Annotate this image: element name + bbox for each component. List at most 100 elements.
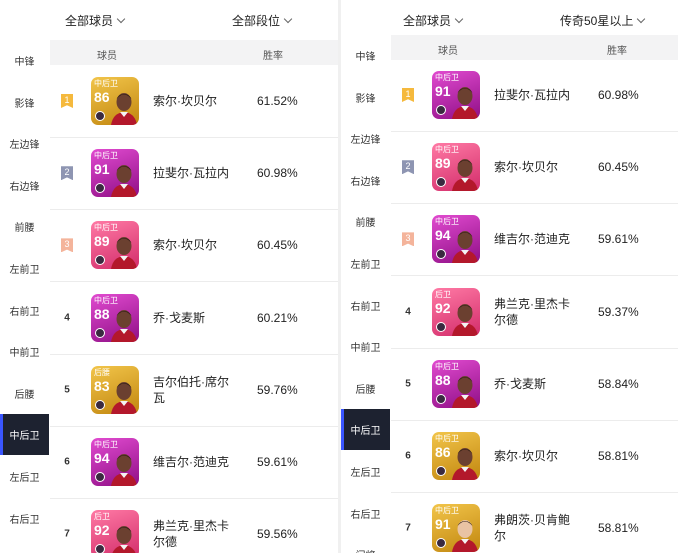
player-row[interactable]: 7 中后卫 91 弗朗茨·贝肯鲍尔 58.81% xyxy=(391,492,678,553)
sidebar-item-position[interactable]: 后腰 xyxy=(341,368,390,409)
player-card[interactable]: 中后卫 88 xyxy=(432,359,480,408)
card-rating: 89 xyxy=(435,155,451,172)
column-header-player: 球员 xyxy=(438,46,458,57)
sidebar-item-position[interactable]: 前腰 xyxy=(0,206,49,247)
player-card[interactable]: 中后卫 94 xyxy=(432,215,480,264)
player-portrait-icon xyxy=(109,231,139,270)
tier-filter-dropdown[interactable]: 全部段位 xyxy=(232,12,293,29)
rank-number: 6 xyxy=(64,456,70,468)
sidebar-item-position[interactable]: 影锋 xyxy=(341,77,390,118)
sidebar-item-position[interactable]: 前腰 xyxy=(341,201,390,242)
card-rating: 88 xyxy=(435,371,451,388)
sidebar-item-position[interactable]: 右前卫 xyxy=(0,290,49,331)
player-portrait-icon xyxy=(109,159,139,198)
win-rate: 59.61% xyxy=(598,232,639,247)
rank-number: 5 xyxy=(405,378,411,390)
player-row[interactable]: 5 后腰 83 吉尔伯托·席尔瓦 59.76% xyxy=(50,354,338,427)
player-row[interactable]: 1 中后卫 86 索尔·坎贝尔 61.52% xyxy=(50,65,338,138)
sidebar-item-position[interactable]: 右后卫 xyxy=(341,493,390,534)
player-row[interactable]: 4 中后卫 88 乔·戈麦斯 60.21% xyxy=(50,282,338,355)
position-sidebar: 中锋影锋左边锋右边锋前腰左前卫右前卫中前卫后腰中后卫左后卫右后卫门将 xyxy=(341,40,390,553)
position-sidebar: 中锋影锋左边锋右边锋前腰左前卫右前卫中前卫后腰中后卫左后卫右后卫门将 xyxy=(0,40,49,553)
tier-filter-dropdown[interactable]: 传奇50星以上 xyxy=(560,12,646,29)
sidebar-item-position[interactable]: 左边锋 xyxy=(341,118,390,159)
sidebar-item-position[interactable]: 中前卫 xyxy=(341,326,390,367)
sidebar-item-position[interactable]: 右边锋 xyxy=(341,160,390,201)
player-filter-dropdown[interactable]: 全部球员 xyxy=(403,12,464,29)
player-row[interactable]: 2 中后卫 91 拉斐尔·瓦拉内 60.98% xyxy=(50,137,338,211)
card-badge-icon xyxy=(436,105,446,115)
sidebar-item-position[interactable]: 门将 xyxy=(341,534,390,553)
sidebar-item-position[interactable]: 后腰 xyxy=(0,373,49,414)
sidebar-item-position[interactable]: 右后卫 xyxy=(0,498,49,539)
chevron-down-icon xyxy=(116,14,126,24)
win-rate: 59.61% xyxy=(257,455,298,469)
player-row[interactable]: 3 中后卫 89 索尔·坎贝尔 60.45% xyxy=(50,209,338,283)
win-rate: 60.21% xyxy=(257,310,298,325)
filter-bar: 全部球员 传奇50星以上 xyxy=(341,0,678,40)
rank-number: 7 xyxy=(405,522,411,534)
card-badge-icon xyxy=(95,255,105,266)
card-rating: 92 xyxy=(435,299,451,316)
player-row[interactable]: 1 中后卫 91 拉斐尔·瓦拉内 60.98% xyxy=(391,59,678,132)
player-row[interactable]: 2 中后卫 89 索尔·坎贝尔 60.45% xyxy=(391,131,678,205)
player-card[interactable]: 后卫 92 xyxy=(91,510,139,553)
player-card[interactable]: 后卫 92 xyxy=(432,287,480,336)
card-badge-icon xyxy=(436,321,446,332)
sidebar-item-position[interactable]: 左前卫 xyxy=(341,243,390,284)
filter-bar: 全部球员 全部段位 xyxy=(0,0,338,40)
chevron-down-icon xyxy=(283,14,293,24)
sidebar-item-position[interactable]: 影锋 xyxy=(0,82,49,123)
column-header-winrate: 胜率 xyxy=(263,51,283,62)
sidebar-item-position[interactable]: 中前卫 xyxy=(0,331,49,372)
win-rate: 58.84% xyxy=(598,376,639,391)
player-row[interactable]: 5 中后卫 88 乔·戈麦斯 58.84% xyxy=(391,348,678,421)
player-row[interactable]: 6 中后卫 86 索尔·坎贝尔 58.81% xyxy=(391,420,678,493)
sidebar-item-position[interactable]: 左后卫 xyxy=(0,456,49,497)
sidebar-item-position[interactable]: 左边锋 xyxy=(0,123,49,164)
rank-number: 7 xyxy=(64,528,70,540)
rank-number: 4 xyxy=(405,306,411,318)
player-card[interactable]: 中后卫 94 xyxy=(91,438,139,486)
rank-medal-icon: 2 xyxy=(61,166,73,181)
player-card[interactable]: 中后卫 91 xyxy=(432,71,480,119)
sidebar-item-position[interactable]: 中锋 xyxy=(341,35,390,76)
sidebar-item-position[interactable]: 中后卫 xyxy=(341,409,390,451)
sidebar-item-position[interactable]: 中后卫 xyxy=(0,414,49,456)
card-rating: 86 xyxy=(94,89,110,105)
player-row[interactable]: 6 中后卫 94 维吉尔·范迪克 59.61% xyxy=(50,426,338,499)
sidebar-item-position[interactable]: 右前卫 xyxy=(341,285,390,326)
player-name: 乔·戈麦斯 xyxy=(494,376,546,391)
player-portrait-icon xyxy=(450,442,480,480)
table-header: 球员 胜率 xyxy=(50,40,338,65)
player-card[interactable]: 中后卫 91 xyxy=(91,149,139,198)
column-header-player: 球员 xyxy=(97,51,117,62)
player-portrait-icon xyxy=(450,225,480,264)
sidebar-item-position[interactable]: 门将 xyxy=(0,539,49,553)
player-name: 索尔·坎贝尔 xyxy=(153,238,217,253)
player-filter-dropdown[interactable]: 全部球员 xyxy=(65,12,126,29)
rank-number: 6 xyxy=(405,450,411,462)
player-name: 索尔·坎贝尔 xyxy=(494,449,558,463)
player-name: 吉尔伯托·席尔瓦 xyxy=(153,374,229,405)
player-card[interactable]: 中后卫 88 xyxy=(91,293,139,342)
player-card[interactable]: 中后卫 89 xyxy=(91,221,139,270)
sidebar-item-position[interactable]: 右边锋 xyxy=(0,165,49,206)
player-portrait-icon xyxy=(109,448,139,486)
rank-number: 4 xyxy=(64,312,70,324)
sidebar-item-position[interactable]: 中锋 xyxy=(0,40,49,81)
sidebar-item-position[interactable]: 左前卫 xyxy=(0,248,49,289)
player-portrait-icon xyxy=(109,304,139,342)
player-card[interactable]: 中后卫 86 xyxy=(91,77,139,125)
player-name: 弗朗茨·贝肯鲍尔 xyxy=(494,513,570,544)
card-position: 后卫 xyxy=(435,289,451,299)
player-row[interactable]: 4 后卫 92 弗兰克·里杰卡尔德 59.37% xyxy=(391,276,678,349)
player-card[interactable]: 后腰 83 xyxy=(91,365,139,414)
player-card[interactable]: 中后卫 86 xyxy=(432,432,480,480)
player-name: 维吉尔·范迪克 xyxy=(494,232,570,247)
player-card[interactable]: 中后卫 89 xyxy=(432,143,480,192)
player-row[interactable]: 7 后卫 92 弗兰克·里杰卡尔德 59.56% xyxy=(50,498,338,553)
player-row[interactable]: 3 中后卫 94 维吉尔·范迪克 59.61% xyxy=(391,203,678,277)
player-card[interactable]: 中后卫 91 xyxy=(432,504,480,553)
sidebar-item-position[interactable]: 左后卫 xyxy=(341,451,390,492)
